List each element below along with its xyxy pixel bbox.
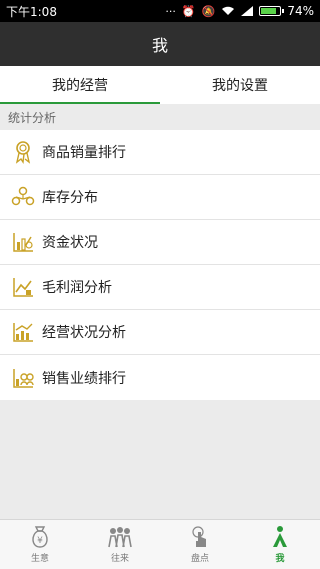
nav-item-me[interactable]: 我 — [240, 520, 320, 569]
tab-my-settings[interactable]: 我的设置 — [160, 66, 320, 104]
tab-label: 我的经营 — [52, 78, 108, 94]
touch-icon — [192, 526, 206, 547]
award-ribbon-icon — [0, 130, 40, 175]
signal-icon — [241, 6, 254, 16]
menu-item-label: 库存分布 — [42, 190, 98, 206]
money-bag-icon: ¥ — [32, 526, 48, 548]
tab-label: 我的设置 — [212, 78, 268, 94]
alarm-icon: ⏰ — [181, 4, 196, 18]
status-bar: 下午1:08 ··· ⏰ 🔕 74% — [0, 0, 320, 22]
battery-icon — [259, 6, 285, 16]
nav-item-contacts[interactable]: 往来 — [80, 520, 160, 569]
menu-item-label: 经营状况分析 — [42, 325, 126, 341]
menu-item-gross-profit-analysis[interactable]: 毛利润分析 — [0, 265, 320, 310]
inventory-distribution-icon — [0, 175, 40, 220]
bottom-nav: ¥ 生意 往来 盘点 我 — [0, 519, 320, 569]
tab-bar: 我的经营 我的设置 — [0, 66, 320, 104]
more-icon: ··· — [165, 4, 176, 18]
menu-item-operation-analysis[interactable]: 经营状况分析 — [0, 310, 320, 355]
page-title: 我 — [151, 36, 168, 55]
operation-chart-icon — [0, 310, 40, 355]
menu-item-fund-status[interactable]: 资金状况 — [0, 220, 320, 265]
menu-item-product-sales-ranking[interactable]: 商品销量排行 — [0, 130, 320, 175]
profit-chart-icon — [0, 265, 40, 310]
nav-label: 生意 — [30, 554, 49, 564]
title-bar: 我 — [0, 22, 320, 66]
menu-item-sales-performance-ranking[interactable]: 销售业绩排行 — [0, 355, 320, 400]
menu-item-label: 商品销量排行 — [42, 145, 126, 161]
section-title: 统计分析 — [8, 110, 57, 125]
svg-text:¥: ¥ — [37, 536, 43, 546]
sales-ranking-icon — [0, 355, 40, 400]
nav-label: 往来 — [110, 554, 129, 564]
status-time: 下午1:08 — [6, 4, 57, 19]
menu-item-label: 毛利润分析 — [42, 280, 112, 296]
person-icon — [273, 526, 287, 547]
status-icons: ··· ⏰ 🔕 74% — [165, 4, 314, 18]
battery-percent: 74% — [287, 4, 314, 18]
nav-label: 盘点 — [190, 554, 209, 564]
mute-icon: 🔕 — [201, 4, 216, 18]
nav-item-business[interactable]: ¥ 生意 — [0, 520, 80, 569]
menu-item-label: 资金状况 — [42, 235, 98, 251]
people-icon — [108, 527, 132, 548]
fund-chart-icon — [0, 220, 40, 265]
menu-item-inventory-distribution[interactable]: 库存分布 — [0, 175, 320, 220]
section-header: 统计分析 — [0, 104, 320, 130]
tab-my-business[interactable]: 我的经营 — [0, 66, 160, 104]
nav-item-stocktake[interactable]: 盘点 — [160, 520, 240, 569]
stats-menu: 商品销量排行 库存分布 资金状况 毛利润分析 经营状况分析 销售业绩排行 — [0, 130, 320, 400]
wifi-icon — [222, 6, 235, 15]
nav-label: 我 — [275, 554, 285, 564]
menu-item-label: 销售业绩排行 — [42, 370, 126, 387]
